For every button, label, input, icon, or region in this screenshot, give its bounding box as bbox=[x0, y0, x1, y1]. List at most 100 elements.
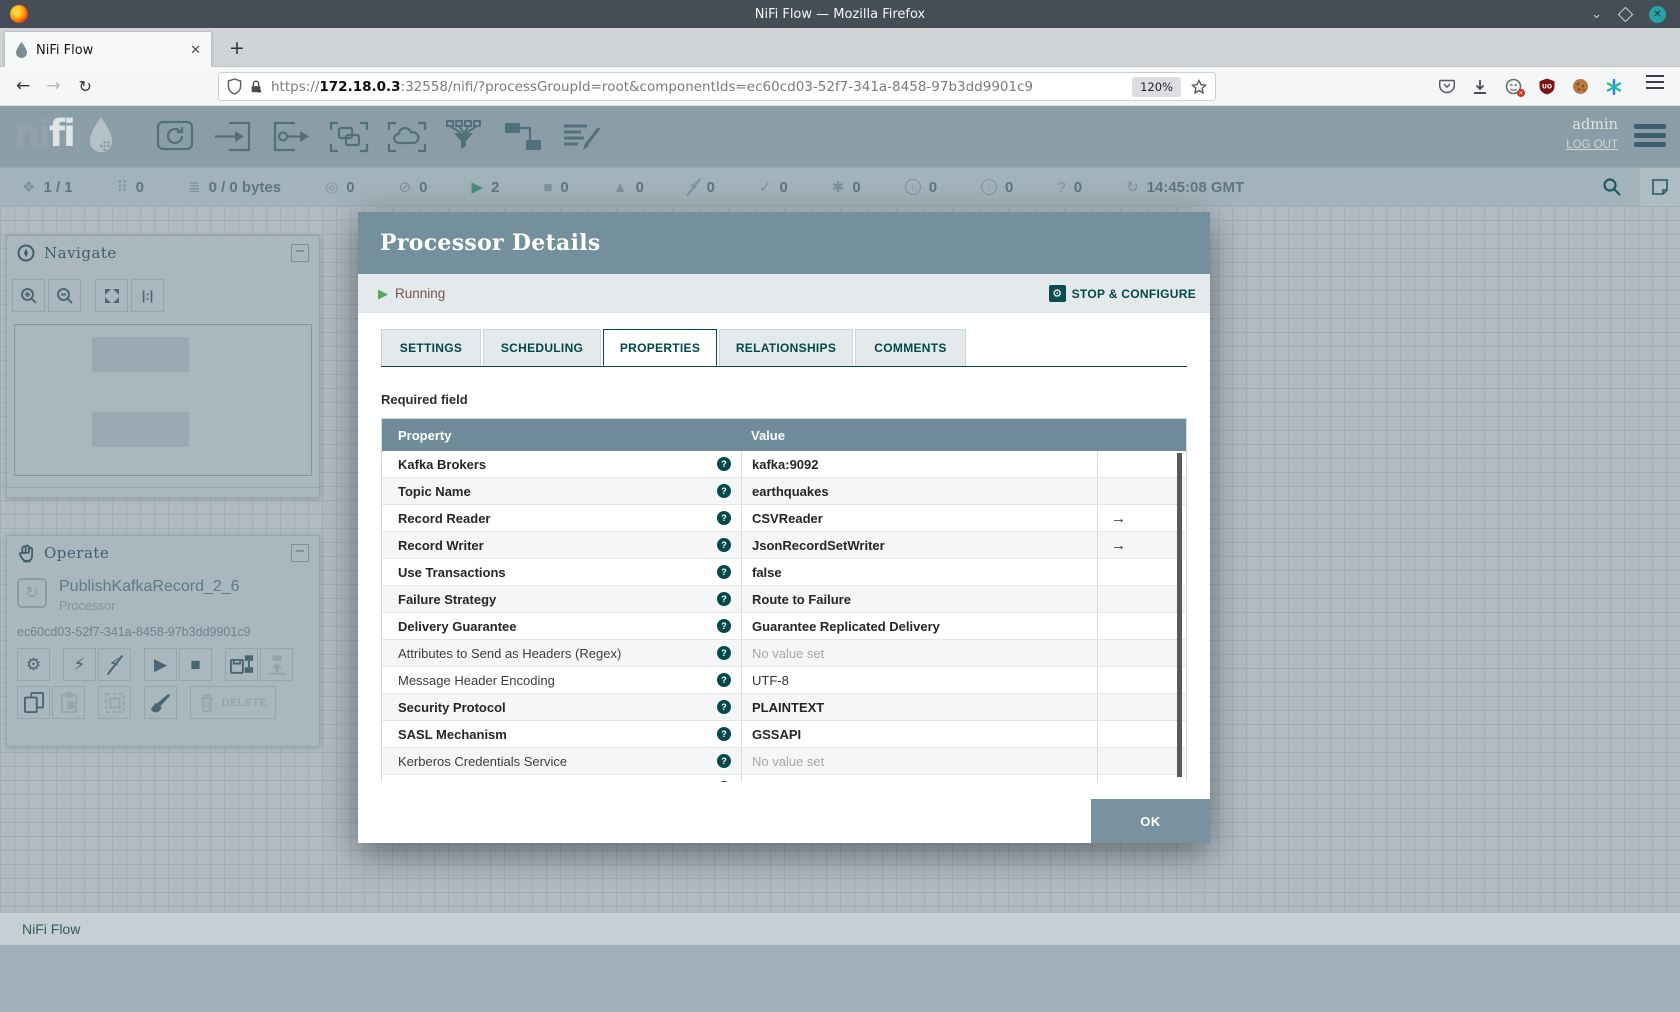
help-icon[interactable]: ? bbox=[717, 592, 731, 606]
color-button[interactable] bbox=[144, 686, 177, 719]
sync-failure-status: ? 0 bbox=[1057, 178, 1083, 196]
table-scrollbar[interactable] bbox=[1177, 453, 1182, 777]
reload-button[interactable]: ↻ bbox=[79, 77, 92, 96]
locally-modified-status: ✱ 0 bbox=[831, 178, 861, 197]
copy-button[interactable] bbox=[17, 686, 50, 719]
upload-template-button[interactable] bbox=[260, 648, 293, 681]
zoom-in-button[interactable] bbox=[12, 279, 45, 312]
new-tab-button[interactable]: + bbox=[222, 31, 252, 65]
paste-button[interactable] bbox=[52, 686, 85, 719]
status-history-panel-icon[interactable] bbox=[1640, 168, 1680, 206]
property-value: Guarantee Replicated Delivery bbox=[741, 613, 1097, 639]
tab-settings[interactable]: SETTINGS bbox=[381, 329, 481, 366]
help-icon[interactable]: ? bbox=[717, 538, 731, 552]
cookie-icon[interactable] bbox=[1572, 78, 1589, 95]
table-row: Security Protocol? PLAINTEXT bbox=[382, 694, 1186, 721]
zoom-actual-size-button[interactable]: |:| bbox=[131, 279, 164, 312]
help-icon[interactable]: ? bbox=[717, 484, 731, 498]
window-maximize-button[interactable] bbox=[1617, 6, 1634, 22]
configure-button[interactable]: ⚙ bbox=[17, 648, 50, 681]
tab-comments[interactable]: COMMENTS bbox=[855, 329, 966, 366]
help-icon[interactable]: ? bbox=[717, 754, 731, 768]
disable-button[interactable]: ⚡ bbox=[98, 648, 131, 681]
template-icon[interactable] bbox=[494, 112, 552, 162]
help-icon[interactable]: ? bbox=[717, 619, 731, 633]
property-action-cell bbox=[1097, 640, 1186, 666]
property-value: PLAINTEXT bbox=[741, 694, 1097, 720]
start-button[interactable]: ▶ bbox=[144, 648, 177, 681]
bookmark-star-icon[interactable] bbox=[1191, 78, 1207, 95]
help-icon[interactable]: ? bbox=[717, 781, 731, 782]
ublock-origin-icon[interactable]: UO bbox=[1539, 78, 1555, 95]
property-name: Message Header Encoding bbox=[398, 672, 555, 688]
group-button[interactable] bbox=[98, 686, 131, 719]
refresh-icon[interactable]: ↻ bbox=[1126, 178, 1139, 196]
compass-icon bbox=[17, 244, 35, 262]
delete-button[interactable]: DELETE bbox=[190, 686, 276, 719]
help-icon[interactable]: ? bbox=[717, 727, 731, 741]
collapse-navigate-button[interactable]: − bbox=[291, 244, 309, 262]
go-to-service-icon[interactable]: → bbox=[1111, 510, 1126, 527]
lock-icon[interactable] bbox=[249, 79, 263, 94]
extension-asterisk-icon[interactable] bbox=[1606, 78, 1622, 95]
output-port-icon[interactable] bbox=[262, 112, 320, 162]
tab-properties[interactable]: PROPERTIES bbox=[603, 329, 717, 366]
zoom-fit-button[interactable] bbox=[95, 279, 128, 312]
sync-failure-icon: ? bbox=[1057, 178, 1066, 196]
running-status: ▶ 2 bbox=[471, 178, 500, 197]
funnel-icon[interactable] bbox=[436, 112, 494, 162]
tracking-shield-icon[interactable] bbox=[227, 78, 242, 95]
help-icon[interactable]: ? bbox=[717, 457, 731, 471]
nifi-logo: nifi bbox=[14, 112, 76, 155]
global-menu-icon[interactable] bbox=[1634, 124, 1666, 147]
search-icon[interactable] bbox=[1602, 177, 1622, 197]
pocket-icon[interactable] bbox=[1439, 79, 1455, 94]
help-icon[interactable]: ? bbox=[717, 565, 731, 579]
invalid-icon: ▲ bbox=[612, 178, 628, 196]
bottom-strip bbox=[0, 945, 1680, 1012]
downloads-icon[interactable] bbox=[1472, 79, 1488, 95]
help-icon[interactable]: ? bbox=[717, 646, 731, 660]
stop-button[interactable]: ■ bbox=[179, 648, 212, 681]
create-template-button[interactable] bbox=[225, 648, 258, 681]
tab-scheduling[interactable]: SCHEDULING bbox=[483, 329, 601, 366]
url-bar[interactable]: https://172.18.0.3:32558/nifi/?processGr… bbox=[218, 72, 1216, 101]
processor-icon[interactable] bbox=[146, 112, 204, 162]
required-field-note: Required field bbox=[381, 392, 468, 407]
svg-text:UO: UO bbox=[1542, 84, 1552, 91]
breadcrumb[interactable]: NiFi Flow bbox=[22, 921, 80, 937]
process-group-icon[interactable] bbox=[320, 112, 378, 162]
ok-button[interactable]: OK bbox=[1091, 799, 1210, 843]
label-icon[interactable] bbox=[552, 112, 610, 162]
help-icon[interactable]: ? bbox=[717, 673, 731, 687]
table-row: Kerberos Credentials Service? No value s… bbox=[382, 748, 1186, 775]
browser-menu-icon[interactable] bbox=[1646, 75, 1664, 89]
input-port-icon[interactable] bbox=[204, 112, 262, 162]
forward-button[interactable]: → bbox=[46, 76, 60, 96]
go-to-service-icon[interactable]: → bbox=[1111, 537, 1126, 554]
help-icon[interactable]: ? bbox=[717, 700, 731, 714]
tab-close-icon[interactable]: ✕ bbox=[190, 43, 201, 58]
birdseye-minimap[interactable] bbox=[14, 324, 312, 476]
property-value: GSSAPI bbox=[741, 721, 1097, 747]
table-row: Attributes to Send as Headers (Regex)? N… bbox=[382, 640, 1186, 667]
zoom-out-button[interactable] bbox=[48, 279, 81, 312]
table-row: Failure Strategy? Route to Failure bbox=[382, 586, 1186, 613]
enable-button[interactable]: ⚡ bbox=[63, 648, 96, 681]
stop-and-configure-button[interactable]: ⚙ STOP & CONFIGURE bbox=[1048, 285, 1196, 302]
selected-component-id[interactable]: ec60cd03-52f7-341a-8458-97b3dd9901c9 bbox=[17, 625, 251, 639]
dialog-header: Processor Details bbox=[358, 212, 1210, 274]
window-minimize-button[interactable]: ⌄ bbox=[1591, 8, 1602, 21]
logout-link[interactable]: LOG OUT bbox=[1566, 139, 1618, 151]
window-close-button[interactable]: ✕ bbox=[1649, 5, 1666, 23]
back-button[interactable]: ← bbox=[16, 76, 30, 96]
browser-tab[interactable]: NiFi Flow ✕ bbox=[4, 31, 212, 68]
help-icon[interactable]: ? bbox=[717, 511, 731, 525]
flow-status-bar: ❖ 1 / 1 ⠿ 0 ≣ 0 / 0 bytes ◎ 0 ⊘ 0 ▶ 2 ■ 0 ▲ 0 ⚡ 0… bbox=[0, 168, 1680, 206]
zoom-level-badge[interactable]: 120% bbox=[1132, 76, 1181, 97]
multi-account-containers-icon[interactable]: ✕ bbox=[1505, 78, 1525, 97]
remote-process-group-icon[interactable] bbox=[378, 112, 436, 162]
tab-relationships[interactable]: RELATIONSHIPS bbox=[719, 329, 853, 366]
collapse-operate-button[interactable]: − bbox=[291, 544, 309, 562]
trash-icon bbox=[199, 693, 215, 712]
